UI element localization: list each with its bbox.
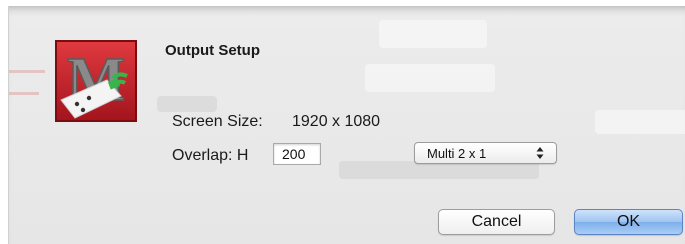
dialog-title: Output Setup: [165, 42, 260, 59]
cancel-button[interactable]: Cancel: [438, 209, 555, 235]
overlap-label: Overlap: H: [172, 147, 249, 164]
background-control: [379, 20, 487, 48]
output-setup-sheet: M Output Setup Screen Size: 1920 x 1080 …: [8, 6, 685, 244]
background-decoration: [9, 70, 45, 73]
background-control: [157, 96, 217, 112]
background-decoration: [9, 92, 39, 95]
background-control: [595, 110, 685, 134]
layout-popup-label: Multi 2 x 1: [427, 146, 487, 161]
overlap-input[interactable]: [273, 143, 321, 165]
screen-size-value: 1920 x 1080: [292, 113, 381, 130]
updown-arrows-icon: [536, 146, 544, 160]
background-control: [365, 64, 495, 92]
ok-button[interactable]: OK: [574, 209, 683, 235]
app-logo-icon: M: [55, 40, 137, 122]
screen-size-label: Screen Size:: [172, 113, 263, 130]
layout-popup[interactable]: Multi 2 x 1: [414, 142, 557, 164]
